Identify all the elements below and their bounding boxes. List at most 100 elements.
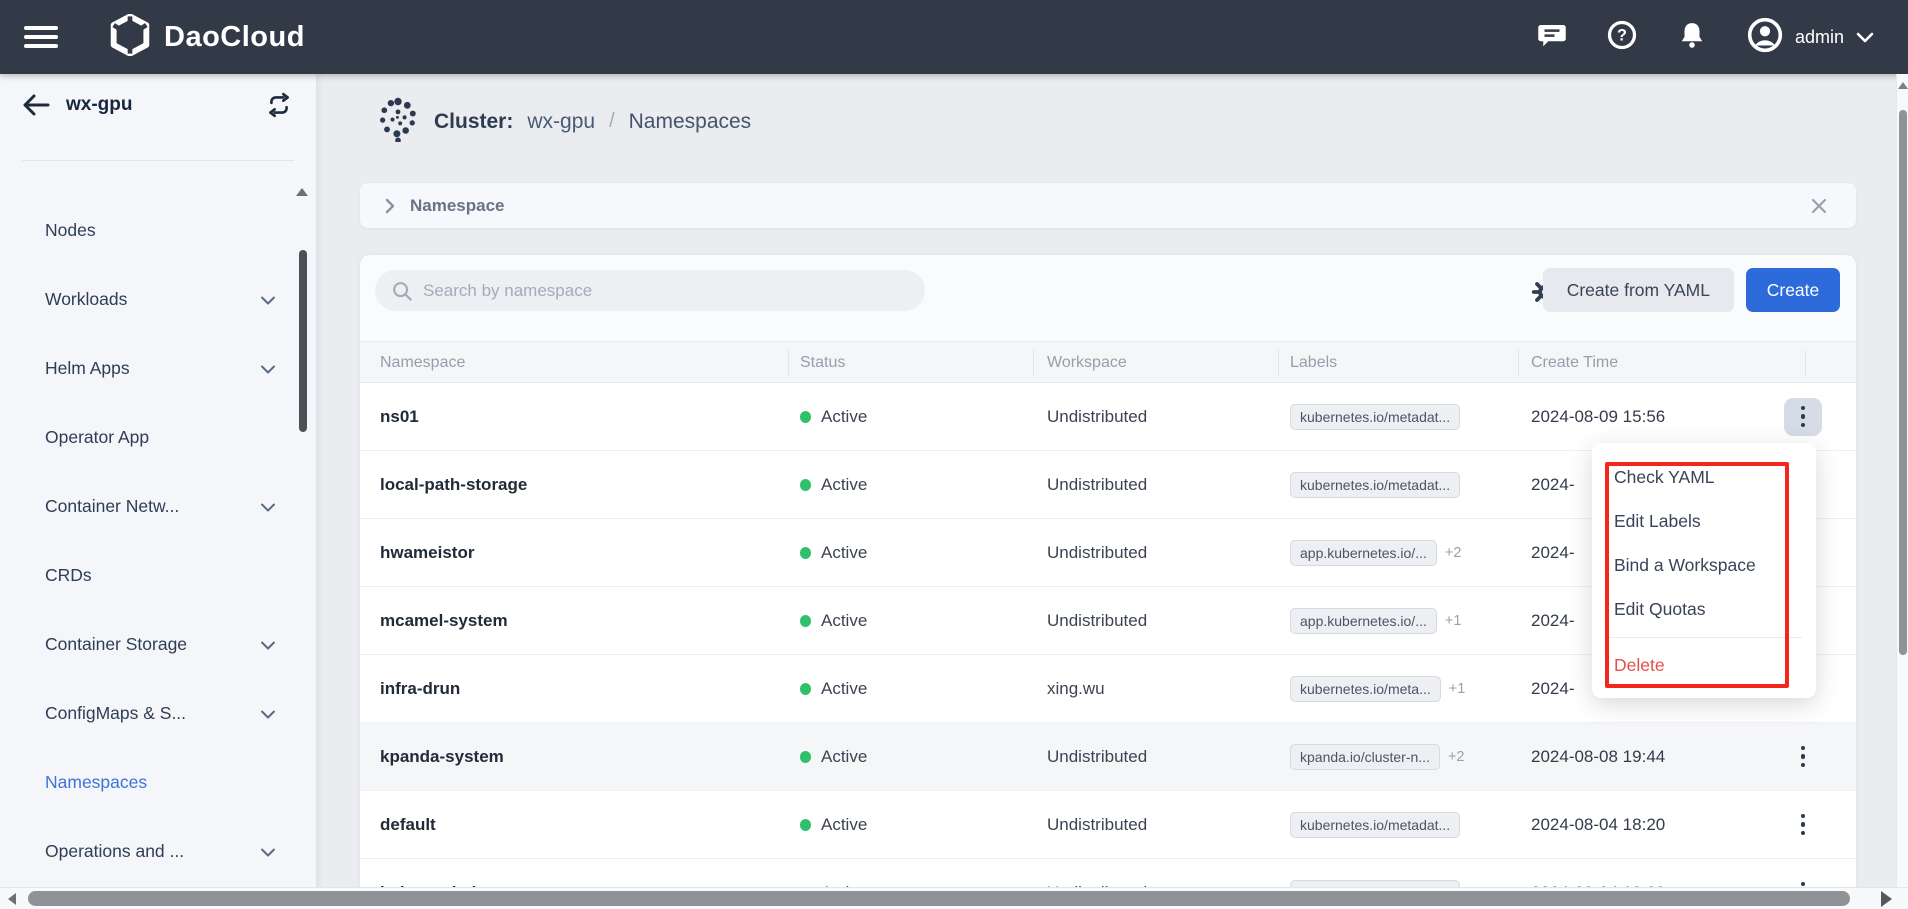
notifications-bell-icon[interactable] xyxy=(1677,20,1707,55)
namespace-name: local-path-storage xyxy=(380,475,527,495)
status-text: Active xyxy=(821,407,867,427)
create-time-value: 2024-08-08 19:44 xyxy=(1531,747,1665,767)
top-navbar: DaoCloud ? admin xyxy=(0,0,1908,74)
breadcrumb-cluster-label: Cluster: xyxy=(434,110,513,134)
sidebar-item-operator-app[interactable]: Operator App xyxy=(0,403,316,472)
table-row: kpanda-system Active Undistributed kpand… xyxy=(360,723,1856,791)
sidebar-item-configmaps-secrets[interactable]: ConfigMaps & S... xyxy=(0,679,316,748)
create-time-value: 2024- xyxy=(1531,475,1574,495)
sidebar-scrollbar-arrow[interactable] xyxy=(296,188,308,196)
chevron-down-icon xyxy=(260,634,276,655)
label-chip: kpanda.io/cluster-n... xyxy=(1290,744,1440,770)
table-row: default Active Undistributed kubernetes.… xyxy=(360,791,1856,859)
sidebar-nav: Nodes Workloads Helm Apps Operator App C… xyxy=(0,196,316,886)
chevron-down-icon xyxy=(260,703,276,724)
status-text: Active xyxy=(821,543,867,563)
close-icon[interactable] xyxy=(1810,197,1828,215)
breadcrumb: Cluster: wx-gpu / Namespaces xyxy=(376,96,751,147)
filter-bar-label: Namespace xyxy=(410,196,505,216)
menu-item-delete[interactable]: Delete xyxy=(1614,643,1665,687)
create-time-value: 2024- xyxy=(1531,543,1574,563)
label-chip: app.kubernetes.io/... xyxy=(1290,608,1437,634)
breadcrumb-separator: / xyxy=(609,110,615,133)
scrollbar-arrow-up[interactable] xyxy=(1898,82,1908,89)
table-toolbar: Create from YAML Create xyxy=(360,255,1856,341)
sidebar-item-helm-apps[interactable]: Helm Apps xyxy=(0,334,316,403)
sidebar-cluster-name: wx-gpu xyxy=(66,94,133,116)
label-extra-count: +2 xyxy=(1448,749,1465,765)
sidebar-item-operations[interactable]: Operations and ... xyxy=(0,817,316,886)
create-from-yaml-button[interactable]: Create from YAML xyxy=(1543,268,1734,312)
status-dot xyxy=(800,683,811,695)
breadcrumb-cluster-link[interactable]: wx-gpu xyxy=(527,110,595,134)
namespace-name: infra-drun xyxy=(380,679,460,699)
menu-divider xyxy=(1606,637,1802,638)
create-time-value: 2024- xyxy=(1531,679,1574,699)
chevron-down-icon xyxy=(260,358,276,379)
vertical-scrollbar-thumb[interactable] xyxy=(1899,110,1907,655)
menu-item-edit-labels[interactable]: Edit Labels xyxy=(1614,499,1701,543)
vertical-scrollbar xyxy=(1896,74,1908,887)
workspace-value: Undistributed xyxy=(1047,815,1147,835)
divider xyxy=(22,160,294,161)
search-icon xyxy=(391,280,413,302)
namespace-name: hwameistor xyxy=(380,543,474,563)
help-icon[interactable]: ? xyxy=(1607,20,1637,55)
menu-item-bind-workspace[interactable]: Bind a Workspace xyxy=(1614,543,1756,587)
label-chip: kubernetes.io/metadat... xyxy=(1290,812,1460,838)
chevron-down-icon xyxy=(260,289,276,310)
avatar-icon xyxy=(1747,17,1783,58)
sidebar-item-container-storage[interactable]: Container Storage xyxy=(0,610,316,679)
kebab-menu-button[interactable] xyxy=(1784,806,1822,844)
namespace-name: default xyxy=(380,815,436,835)
sidebar-item-workloads[interactable]: Workloads xyxy=(0,265,316,334)
kebab-menu-button[interactable] xyxy=(1784,398,1822,436)
create-button[interactable]: Create xyxy=(1746,268,1840,312)
sidebar-item-crds[interactable]: CRDs xyxy=(0,541,316,610)
label-chip: app.kubernetes.io/... xyxy=(1290,540,1437,566)
sidebar-item-container-network[interactable]: Container Netw... xyxy=(0,472,316,541)
label-chip: kubernetes.io/metadat... xyxy=(1290,472,1460,498)
username: admin xyxy=(1795,27,1844,48)
chevron-down-icon xyxy=(260,841,276,862)
create-time-value: 2024-08-04 18:20 xyxy=(1531,815,1665,835)
column-header-namespace: Namespace xyxy=(380,342,465,384)
create-time-value: 2024-08-09 15:56 xyxy=(1531,407,1665,427)
breadcrumb-page: Namespaces xyxy=(629,110,752,134)
sidebar-item-nodes[interactable]: Nodes xyxy=(0,196,316,265)
sidebar-scrollbar-thumb[interactable] xyxy=(299,250,307,432)
chevron-right-icon xyxy=(384,198,396,214)
workspace-value: Undistributed xyxy=(1047,475,1147,495)
kebab-menu-button[interactable] xyxy=(1784,738,1822,776)
brand-logo[interactable]: DaoCloud xyxy=(110,14,305,61)
horizontal-scrollbar-thumb[interactable] xyxy=(28,891,1850,906)
column-header-status: Status xyxy=(800,342,845,384)
menu-item-check-yaml[interactable]: Check YAML xyxy=(1614,455,1715,499)
column-header-workspace: Workspace xyxy=(1047,342,1127,384)
user-menu[interactable]: admin xyxy=(1747,17,1874,58)
hamburger-menu-icon[interactable] xyxy=(24,24,58,50)
status-text: Active xyxy=(821,475,867,495)
scrollbar-arrow-right[interactable] xyxy=(1881,891,1892,907)
status-dot xyxy=(800,479,811,491)
namespace-filter-bar[interactable]: Namespace xyxy=(360,183,1856,228)
scrollbar-arrow-left[interactable] xyxy=(8,893,16,905)
switch-cluster-icon[interactable] xyxy=(266,92,292,123)
column-header-create-time: Create Time xyxy=(1531,342,1618,384)
sidebar-item-namespaces[interactable]: Namespaces xyxy=(0,748,316,817)
back-arrow-icon[interactable] xyxy=(22,94,50,116)
status-dot xyxy=(800,615,811,627)
table-row: ns01 Active Undistributed kubernetes.io/… xyxy=(360,383,1856,451)
search-box xyxy=(375,270,925,311)
chevron-down-icon xyxy=(260,496,276,517)
workspace-value: xing.wu xyxy=(1047,679,1105,699)
namespace-name: kpanda-system xyxy=(380,747,504,767)
label-chip: kubernetes.io/metadat... xyxy=(1290,404,1460,430)
menu-item-edit-quotas[interactable]: Edit Quotas xyxy=(1614,587,1705,631)
label-extra-count: +1 xyxy=(1445,613,1462,629)
status-text: Active xyxy=(821,611,867,631)
cluster-dots-icon xyxy=(376,96,420,147)
messages-icon[interactable] xyxy=(1537,20,1567,55)
search-input[interactable] xyxy=(423,281,883,301)
status-dot xyxy=(800,751,811,763)
